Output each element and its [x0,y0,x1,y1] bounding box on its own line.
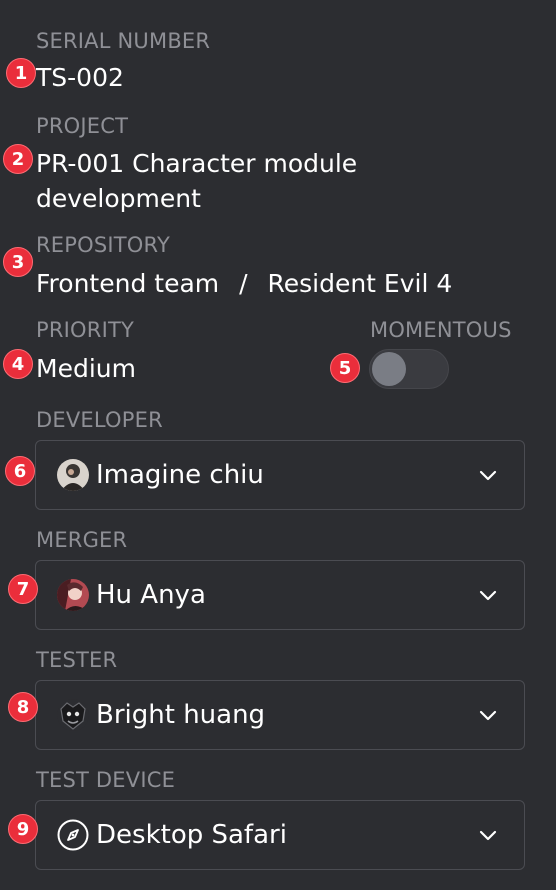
momentous-label: MOMENTOUS [370,318,512,342]
repository-repo-link[interactable]: Resident Evil 4 [267,269,452,298]
momentous-toggle[interactable] [369,349,449,389]
tester-select[interactable]: Bright huang [35,680,525,750]
annotation-badge-3: 3 [3,247,33,277]
serial-number-value: TS-002 [36,63,124,92]
annotation-badge-2: 2 [3,144,33,174]
avatar-bright-huang [57,699,89,731]
merger-value: Hu Anya [96,580,206,610]
annotation-badge-6: 6 [5,456,35,486]
project-label: PROJECT [36,114,129,138]
annotation-badge-7: 7 [8,574,38,604]
project-value-line2: development [36,184,201,213]
merger-label: MERGER [36,528,128,552]
avatar-imagine-chiu [57,459,89,491]
serial-number-label: SERIAL NUMBER [36,29,211,53]
repository-label: REPOSITORY [36,233,171,257]
annotation-badge-8: 8 [8,692,38,722]
developer-select[interactable]: Imagine chiu [35,440,525,510]
developer-label: DEVELOPER [36,408,163,432]
test-device-value: Desktop Safari [96,820,287,850]
priority-value[interactable]: Medium [36,351,136,386]
merger-select[interactable]: Hu Anya [35,560,525,630]
test-device-select[interactable]: Desktop Safari [35,800,525,870]
chevron-down-icon [479,470,497,481]
project-value-line1: PR-001 Character module [36,149,358,178]
test-device-label: TEST DEVICE [36,768,176,792]
avatar-hu-anya [57,579,89,611]
repository-separator: / [239,269,248,298]
annotation-badge-9: 9 [8,814,38,844]
tester-value: Bright huang [96,700,266,730]
chevron-down-icon [479,590,497,601]
developer-value: Imagine chiu [96,460,264,490]
momentous-toggle-knob [372,352,406,386]
chevron-down-icon [479,830,497,841]
project-value: PR-001 Character module development [36,146,357,216]
repository-value: Frontend team / Resident Evil 4 [36,266,452,301]
annotation-badge-4: 4 [3,349,33,379]
annotation-badge-5: 5 [330,353,360,383]
tester-label: TESTER [36,648,118,672]
chevron-down-icon [479,710,497,721]
compass-icon [57,819,89,851]
priority-label: PRIORITY [36,318,135,342]
repository-team-link[interactable]: Frontend team [36,269,219,298]
annotation-badge-1: 1 [6,58,36,88]
